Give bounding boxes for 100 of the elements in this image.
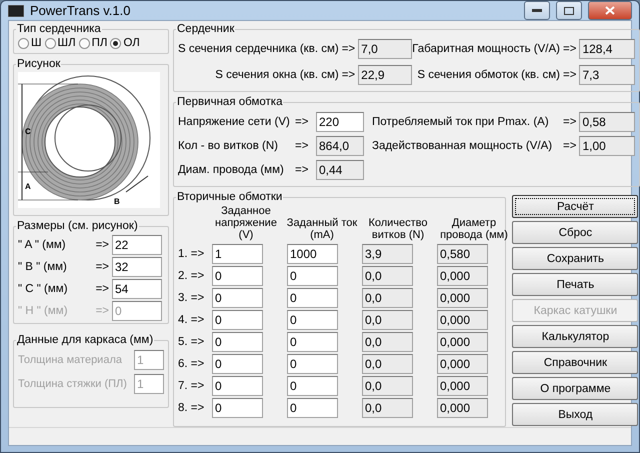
value-field[interactable]: 1,00 <box>579 136 636 156</box>
action-button[interactable]: Калькулятор <box>512 325 638 348</box>
turns-field[interactable]: 3,9 <box>362 244 413 264</box>
field-label: Задействованная мощность (V/A) <box>372 140 554 152</box>
current-field[interactable]: 0 <box>287 376 338 396</box>
group-title: Тип сердечника <box>16 23 102 35</box>
voltage-field[interactable]: 0 <box>212 376 263 396</box>
voltage-field[interactable]: 0 <box>212 354 263 374</box>
column-header: Заданное напряжение (V) <box>214 205 278 241</box>
arrow-label: => <box>342 43 356 55</box>
value-field[interactable]: 7,3 <box>579 65 636 85</box>
value-field[interactable]: 0,44 <box>316 160 364 180</box>
arrow-label: => <box>563 116 576 128</box>
core-type-radio[interactable]: ОЛ <box>110 37 140 49</box>
field-label: Толщина материала <box>18 354 122 366</box>
voltage-field[interactable]: 0 <box>212 332 263 352</box>
column-header: Заданный ток (mA) <box>286 217 358 241</box>
current-field[interactable]: 0 <box>287 354 338 374</box>
value-field[interactable]: 864,0 <box>316 136 364 156</box>
voltage-field[interactable]: 0 <box>212 310 263 330</box>
row-label: 6. => <box>178 358 206 370</box>
value-field[interactable]: 7,0 <box>358 39 412 59</box>
close-button[interactable] <box>588 1 632 20</box>
value-field[interactable]: 22 <box>112 235 162 255</box>
column-header: Количество витков (N) <box>367 217 429 241</box>
core-type-radio[interactable]: ШЛ <box>44 37 76 49</box>
arrow-label: => <box>295 116 310 128</box>
voltage-field[interactable]: 0 <box>212 266 263 286</box>
arrow-label: => <box>563 69 576 81</box>
core-type-radio[interactable]: Ш <box>18 37 42 49</box>
action-button[interactable]: Печать <box>512 273 638 296</box>
turns-field[interactable]: 0,0 <box>362 354 413 374</box>
dimension-label: B <box>114 197 120 206</box>
field-label: S сечения обмоток (кв. см) <box>417 69 560 81</box>
diameter-field[interactable]: 0,000 <box>437 354 488 374</box>
arrow-label: => <box>563 43 576 55</box>
group-title: Рисунок <box>16 58 62 70</box>
field-label: Кол - во витков (N) <box>178 140 279 152</box>
dimension-label: C <box>25 127 31 136</box>
diameter-field[interactable]: 0,000 <box>437 288 488 308</box>
field-label: Габаритная мощность (V/A) <box>412 43 560 55</box>
action-button[interactable]: Расчёт <box>512 195 638 218</box>
value-field[interactable]: 22,9 <box>358 65 412 85</box>
field-label: " H " (мм) <box>18 305 69 317</box>
action-button[interactable]: Справочник <box>512 351 638 374</box>
diameter-field[interactable]: 0,580 <box>437 244 488 264</box>
current-field[interactable]: 0 <box>287 310 338 330</box>
current-field[interactable]: 0 <box>287 332 338 352</box>
diameter-field[interactable]: 0,000 <box>437 310 488 330</box>
action-button[interactable]: Сброс <box>512 221 638 244</box>
row-label: 1. => <box>178 248 206 260</box>
current-field[interactable]: 0 <box>287 398 338 418</box>
action-button[interactable]: Выход <box>512 403 638 426</box>
group-title: Данные для каркаса (мм) <box>16 334 154 346</box>
action-button[interactable]: Сохранить <box>512 247 638 270</box>
value-field[interactable]: 220 <box>316 112 364 132</box>
voltage-field[interactable]: 1 <box>212 244 263 264</box>
minimize-icon <box>532 9 542 12</box>
voltage-field[interactable]: 0 <box>212 398 263 418</box>
row-label: 8. => <box>178 402 206 414</box>
arrow-label: => <box>563 140 576 152</box>
current-field[interactable]: 1000 <box>287 244 338 264</box>
diameter-field[interactable]: 0,000 <box>437 398 488 418</box>
diameter-field[interactable]: 0,000 <box>437 266 488 286</box>
group-title: Вторичные обмотки <box>176 191 284 203</box>
group-title: Сердечник <box>176 23 236 35</box>
value-field[interactable]: 128,4 <box>579 39 636 59</box>
turns-field[interactable]: 0,0 <box>362 266 413 286</box>
row-label: 5. => <box>178 336 206 348</box>
voltage-field[interactable]: 0 <box>212 288 263 308</box>
current-field[interactable]: 0 <box>287 266 338 286</box>
maximize-button[interactable] <box>556 1 582 20</box>
turns-field[interactable]: 0,0 <box>362 288 413 308</box>
column-header: Диаметр провода (мм) <box>439 217 509 241</box>
field-label: " C " (мм) <box>18 283 69 295</box>
diameter-field[interactable]: 0,000 <box>437 332 488 352</box>
field-label: S сечения окна (кв. см) <box>215 69 339 81</box>
core-type-radio[interactable]: ПЛ <box>78 37 108 49</box>
field-label: Потребляемый ток при Pmax. (A) <box>372 116 550 128</box>
turns-field[interactable]: 0,0 <box>362 332 413 352</box>
field-label: " A " (мм) <box>18 239 67 251</box>
row-label: 3. => <box>178 292 206 304</box>
turns-field[interactable]: 0,0 <box>362 376 413 396</box>
current-field[interactable]: 0 <box>287 288 338 308</box>
row-label: 2. => <box>178 270 206 282</box>
field-label: " B " (мм) <box>18 261 68 273</box>
minimize-button[interactable] <box>524 1 550 20</box>
value-field[interactable]: 54 <box>112 279 162 299</box>
diameter-field[interactable]: 0,000 <box>437 376 488 396</box>
turns-field[interactable]: 0,0 <box>362 310 413 330</box>
arrow-label: => <box>295 140 310 152</box>
field-label: S сечения сердечника (кв. см) <box>178 43 339 55</box>
maximize-icon <box>564 6 574 14</box>
turns-field[interactable]: 0,0 <box>362 398 413 418</box>
dimension-label: A <box>25 182 31 191</box>
value-field[interactable]: 32 <box>112 257 162 277</box>
arrow-label: => <box>94 261 109 273</box>
value-field[interactable]: 0,58 <box>579 112 636 132</box>
action-button[interactable]: О программе <box>512 377 638 400</box>
group-title: Размеры (см. рисунок) <box>16 220 139 232</box>
